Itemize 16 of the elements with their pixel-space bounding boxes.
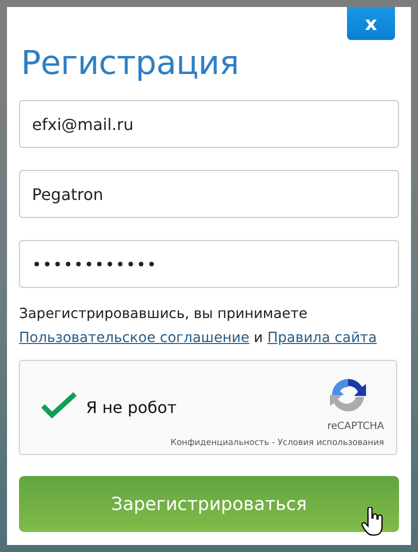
separator-text: - bbox=[272, 438, 275, 448]
input-field[interactable]: Pegatron bbox=[19, 170, 399, 218]
close-button[interactable]: x bbox=[347, 7, 395, 40]
terms-text: Зарегистрировавшись, вы принимаете bbox=[19, 306, 308, 322]
conjunction-text: и bbox=[254, 330, 263, 346]
dialog-title: Регистрация bbox=[21, 43, 240, 83]
recaptcha-brand: reCAPTCHA bbox=[327, 420, 384, 434]
user-agreement-link[interactable]: Пользовательское соглашение bbox=[19, 330, 250, 346]
input-field[interactable]: efxi@mail.ru bbox=[19, 100, 399, 148]
hand-cursor-icon bbox=[361, 507, 385, 537]
terms-link[interactable]: Условия использования bbox=[278, 438, 384, 448]
captcha-label: Я не робот bbox=[86, 397, 177, 419]
site-rules-link[interactable]: Правила сайта bbox=[267, 330, 377, 346]
captcha-checkbox[interactable] bbox=[40, 391, 78, 421]
input-field[interactable]: •••••••••••• bbox=[19, 240, 399, 288]
privacy-link[interactable]: Конфиденциальность bbox=[170, 438, 270, 448]
